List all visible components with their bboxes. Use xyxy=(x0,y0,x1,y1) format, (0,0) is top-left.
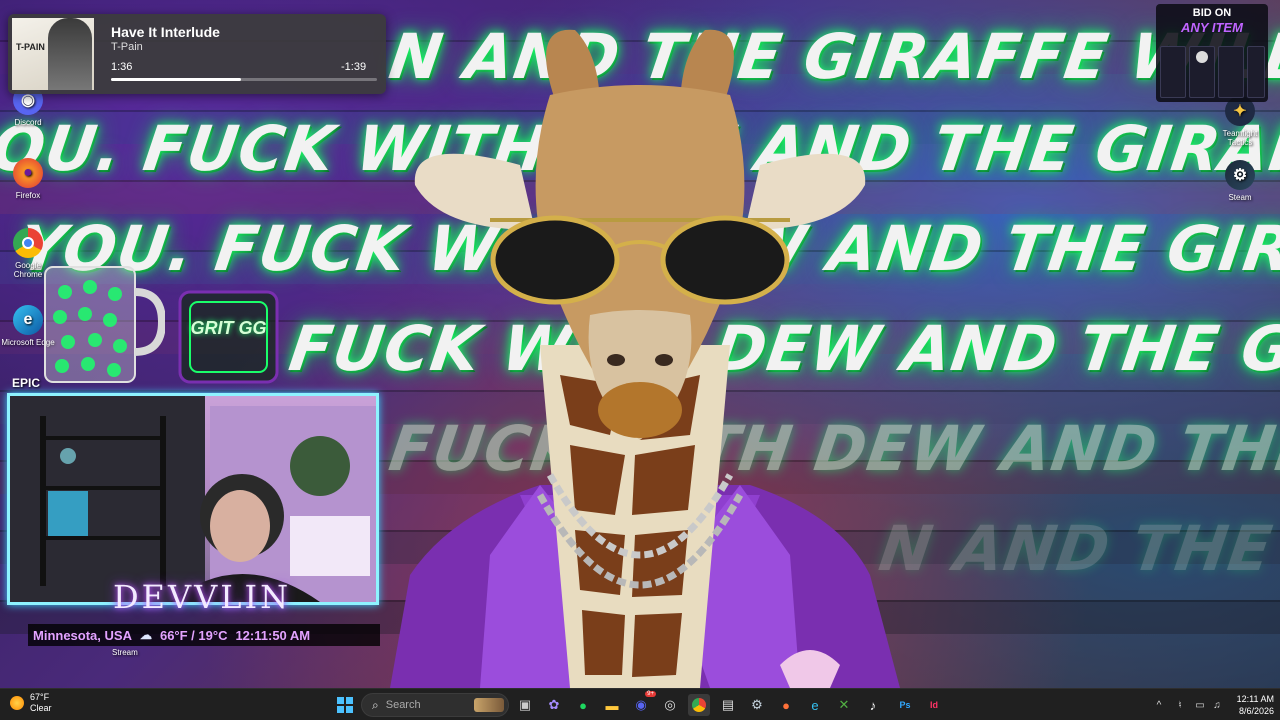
desktop-shortcut-label: Firefox xyxy=(15,191,41,200)
folder-icon: ▬ xyxy=(605,697,619,713)
chrome-icon xyxy=(13,228,43,258)
photoshop-icon: Ps xyxy=(899,700,911,710)
start-button[interactable] xyxy=(334,694,356,716)
location-text: Minnesota, USA xyxy=(33,627,132,643)
network-icon: ▭ xyxy=(1195,699,1205,711)
media-artist: T-Pain xyxy=(111,41,143,53)
taskbar-xbox[interactable]: ✕ xyxy=(833,694,855,716)
taskbar-tiktok[interactable]: ♪ xyxy=(862,694,884,716)
weather-sun-icon xyxy=(10,696,24,710)
bid-item-card[interactable] xyxy=(1160,46,1186,98)
desktop-shortcut-label: Discord xyxy=(14,118,42,127)
location-weather-bar: Minnesota, USA ☁ 66°F / 19°C 12:11:50 AM xyxy=(28,624,380,646)
steam-icon: ⚙ xyxy=(1225,160,1255,190)
spotify-icon: ● xyxy=(579,697,587,713)
tray-time: 12:11 AM xyxy=(1236,694,1274,704)
taskbar-copilot[interactable]: ✿ xyxy=(543,694,565,716)
desktop-shortcut-firefox[interactable]: ● Firefox xyxy=(0,158,56,200)
taskbar: 67°F Clear ⌕ Search ▣ ✿ ● ▬ ◉ 9+ ◎ ▤ ⚙ ●… xyxy=(0,688,1280,720)
desktop-shortcut-teamfight[interactable]: ✦ Teamfight Tactics xyxy=(1212,96,1268,147)
taskbar-spotify[interactable]: ● xyxy=(572,694,594,716)
cloud-sun-icon: ☁ xyxy=(139,628,152,642)
stream-shortcut-label[interactable]: Stream xyxy=(112,648,138,657)
media-progress-fill xyxy=(111,78,242,81)
edge-icon: e xyxy=(13,305,43,335)
media-player-widget[interactable]: T-PAIN Have It Interlude T-Pain 1:36 -1:… xyxy=(8,14,386,94)
taskbar-edge[interactable]: e xyxy=(804,694,826,716)
search-highlight-image xyxy=(474,698,504,712)
discord-icon: ◉ xyxy=(635,697,647,712)
album-art: T-PAIN xyxy=(12,18,94,90)
webcam-scene xyxy=(10,396,376,602)
webcam-feed xyxy=(7,393,379,605)
media-elapsed-time: 1:36 xyxy=(111,61,133,73)
media-remaining-time: -1:39 xyxy=(341,61,367,73)
taskbar-store[interactable]: ▤ xyxy=(717,694,739,716)
windows-logo-icon xyxy=(337,697,353,713)
taskbar-weather-widget[interactable]: 67°F Clear xyxy=(10,692,52,714)
taskbar-discord[interactable]: ◉ 9+ xyxy=(630,691,656,716)
grit-gg-badge: GRIT GG xyxy=(176,288,281,386)
search-placeholder: Search xyxy=(385,699,421,711)
taskbar-chrome[interactable] xyxy=(688,694,710,716)
media-title: Have It Interlude xyxy=(111,24,220,40)
firefox-icon: ● xyxy=(782,697,790,713)
edge-icon: e xyxy=(811,697,819,713)
microphone-icon: ♮ xyxy=(1178,699,1182,711)
xbox-icon: ✕ xyxy=(838,697,850,712)
bid-on-any-item-panel[interactable]: BID ON ANY ITEM xyxy=(1156,4,1268,102)
desktop-shortcut-label: Teamfight Tactics xyxy=(1222,129,1258,147)
discord-notification-badge: 9+ xyxy=(645,691,656,697)
bid-heading: BID ON xyxy=(1192,7,1232,19)
taskbar-file-explorer[interactable]: ▬ xyxy=(601,694,623,716)
clock-text: 12:11:50 AM xyxy=(235,627,311,643)
steam-icon: ⚙ xyxy=(751,697,763,712)
taskbar-indesign[interactable]: Id xyxy=(923,694,945,716)
chevron-up-icon: ^ xyxy=(1156,699,1162,711)
media-progress-bar[interactable] xyxy=(111,78,377,81)
bid-item-card[interactable] xyxy=(1189,46,1215,98)
bid-item-card[interactable] xyxy=(1218,46,1244,98)
taskbar-search-box[interactable]: ⌕ Search xyxy=(361,693,509,717)
chrome-icon xyxy=(692,698,706,712)
copilot-icon: ✿ xyxy=(548,697,560,712)
taskbar-weather-condition: Clear xyxy=(30,703,52,713)
desktop-shortcut-steam[interactable]: ⚙ Steam xyxy=(1212,160,1268,202)
album-art-label: T-PAIN xyxy=(16,42,45,52)
taskbar-photoshop[interactable]: Ps xyxy=(894,694,916,716)
giraffe-illustration xyxy=(390,29,900,688)
task-view-button[interactable]: ▣ xyxy=(514,694,536,716)
taskbar-weather-temp: 67°F xyxy=(30,692,50,702)
tray-clock[interactable]: 12:11 AM 8/6/2026 xyxy=(1226,693,1274,717)
tray-date: 8/6/2026 xyxy=(1238,706,1274,716)
volume-icon: ♫ xyxy=(1213,699,1221,711)
album-art-figure xyxy=(48,18,92,90)
search-icon: ⌕ xyxy=(372,697,379,712)
wallpaper-slogan: N AND THE GIRA xyxy=(874,512,1280,585)
firefox-icon: ● xyxy=(13,158,43,188)
taskbar-steam[interactable]: ⚙ xyxy=(746,694,768,716)
bid-subheading: ANY ITEM xyxy=(1181,20,1243,35)
taskbar-firefox[interactable]: ● xyxy=(775,694,797,716)
taskbar-obs[interactable]: ◎ xyxy=(659,694,681,716)
indesign-icon: Id xyxy=(930,700,938,710)
watch-icon xyxy=(1196,51,1208,63)
mug-graphic xyxy=(44,266,165,383)
tiktok-icon: ♪ xyxy=(869,697,877,713)
tray-microphone[interactable]: ♮ xyxy=(1169,694,1191,716)
tray-overflow-button[interactable]: ^ xyxy=(1148,694,1170,716)
obs-icon: ◎ xyxy=(664,697,676,712)
bid-item-card[interactable] xyxy=(1247,46,1265,98)
tray-volume[interactable]: ♫ xyxy=(1206,694,1228,716)
store-icon: ▤ xyxy=(721,697,735,712)
task-view-icon: ▣ xyxy=(518,697,532,712)
weather-text: 66°F / 19°C xyxy=(159,627,228,643)
grit-gg-text: GRIT GG xyxy=(190,318,267,338)
streamer-name: DEVVLIN xyxy=(113,578,292,616)
desktop-shortcut-label: Steam xyxy=(1228,193,1252,202)
